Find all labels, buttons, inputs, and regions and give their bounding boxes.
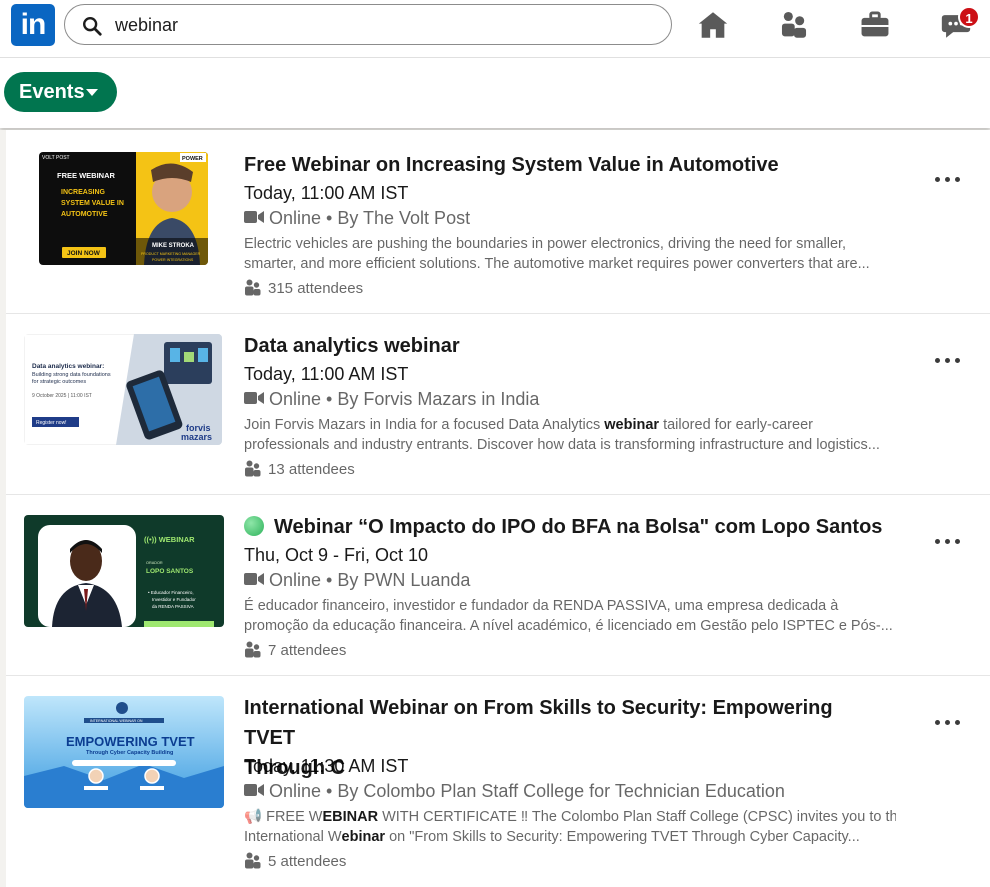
event-date: Thu, Oct 9 - Fri, Oct 10 (244, 545, 429, 565)
video-camera-icon (244, 784, 264, 797)
event-host: Online • By Forvis Mazars in India (244, 387, 539, 411)
thumb-corner-text: POWER (182, 156, 203, 162)
thumb-headline: SYSTEM VALUE IN (61, 200, 124, 207)
event-result-item[interactable]: INTERNATIONAL WEBINAR ON EMPOWERING TVET… (6, 676, 990, 887)
linkedin-logo[interactable]: in (11, 4, 55, 46)
event-host: Online • By PWN Luanda (244, 568, 470, 592)
desc-line: International Webinar on "From Skills to… (244, 829, 860, 845)
event-attendees: 7 attendees (244, 641, 346, 661)
top-navigation-bar: in 1 (0, 0, 990, 58)
event-host-text: Online • By Forvis Mazars in India (269, 389, 540, 409)
event-date: Today, 11:00 AM IST (244, 183, 409, 203)
event-title-link[interactable]: Free Webinar on Increasing System Value … (244, 150, 884, 180)
filter-bar: Events (0, 58, 990, 128)
attendee-count: 13 attendees (268, 461, 355, 478)
home-icon[interactable] (696, 8, 730, 42)
event-attendees: 5 attendees (244, 852, 346, 872)
event-thumbnail[interactable]: INTERNATIONAL WEBINAR ON EMPOWERING TVET… (24, 696, 224, 808)
attendee-count: 315 attendees (268, 280, 364, 297)
video-camera-icon (244, 573, 264, 586)
event-result-item[interactable]: Data analytics webinar: Building strong … (6, 314, 990, 495)
thumb-small: INTERNATIONAL WEBINAR ON (90, 719, 143, 723)
jobs-briefcase-icon[interactable] (858, 8, 892, 42)
desc-line: Join Forvis Mazars in India for a focuse… (244, 417, 813, 433)
thumb-bullet: Investidor e Fundador (152, 597, 196, 602)
video-camera-icon (244, 392, 264, 405)
thumb-logo-text: VOLT POST (42, 155, 70, 161)
thumb-headline: EMPOWERING TVET (66, 734, 195, 749)
thumb-sub: Through Cyber Capacity Building (86, 750, 173, 756)
desc-line: smarter, and more efficient solutions. T… (244, 256, 870, 272)
live-status-icon (244, 515, 264, 536)
thumb-bullet: da RENDA PASSIVA (152, 604, 194, 609)
thumb-small: ORADOR (146, 561, 163, 565)
event-description: 📢 FREE WEBINAR WITH CERTIFICATE ‼ The Co… (244, 807, 896, 847)
people-icon (245, 279, 261, 296)
event-description: Electric vehicles are pushing the bounda… (244, 234, 896, 274)
thumb-tag: FREE WEBINAR (57, 171, 116, 180)
event-title-link[interactable]: Data analytics webinar (244, 331, 884, 361)
highlight-term: EBINAR (322, 809, 379, 825)
thumb-speaker-role: POWER INTEGRATIONS (152, 258, 194, 262)
thumb-headline: INCREASING (61, 189, 106, 196)
more-options-icon[interactable] (932, 350, 964, 370)
thumb-tag: ((•)) WEBINAR (144, 535, 195, 544)
event-result-item[interactable]: VOLT POST POWER FREE WEBINAR INCREASING … (6, 133, 990, 314)
event-date: Today, 11:00 AM IST (244, 364, 409, 384)
desc-line: É educador financeiro, investidor e fund… (244, 598, 839, 614)
event-description: É educador financeiro, investidor e fund… (244, 596, 896, 636)
thumb-speaker-role: PRODUCT MARKETING MANAGER (141, 252, 201, 256)
event-thumbnail[interactable]: VOLT POST POWER FREE WEBINAR INCREASING … (39, 152, 208, 265)
search-box[interactable] (64, 4, 672, 45)
event-host: Online • By Colombo Plan Staff College f… (244, 779, 785, 803)
thumb-line: for strategic outcomes (32, 379, 86, 385)
notification-badge: 1 (958, 6, 980, 28)
video-camera-icon (244, 211, 264, 224)
event-thumbnail[interactable]: Data analytics webinar: Building strong … (24, 334, 222, 445)
events-filter-label: Events (19, 81, 85, 103)
event-host-text: Online • By The Volt Post (269, 208, 471, 228)
attendee-count: 5 attendees (268, 853, 347, 870)
search-icon (83, 17, 102, 36)
caret-down-icon (86, 89, 98, 96)
thumb-name: LOPO SANTOS (146, 568, 194, 575)
event-host-text: Online • By PWN Luanda (269, 570, 471, 590)
event-description: Join Forvis Mazars in India for a focuse… (244, 415, 896, 455)
highlight-term: webinar (604, 417, 660, 433)
search-input[interactable] (115, 11, 655, 39)
thumb-speaker: MIKE STROKA (152, 243, 195, 249)
thumb-line: Data analytics webinar: (32, 363, 104, 370)
desc-line: 📢 FREE WEBINAR WITH CERTIFICATE ‼ The Co… (244, 809, 896, 825)
event-host-text: Online • By Colombo Plan Staff College f… (269, 781, 785, 801)
desc-line: promoção da educação financeira. A nível… (244, 618, 893, 634)
people-icon (245, 852, 261, 869)
thumb-bullet: • Educador Financeiro, (148, 590, 194, 595)
event-attendees: 315 attendees (244, 279, 363, 299)
thumb-headline: AUTOMOTIVE (61, 211, 108, 218)
thumb-line: Building strong data foundations (32, 372, 111, 378)
event-thumbnail[interactable]: ((•)) WEBINAR ORADOR LOPO SANTOS • Educa… (24, 515, 224, 627)
desc-line: professionals and industry entrants. Dis… (244, 437, 880, 453)
more-options-icon[interactable] (932, 531, 964, 551)
people-icon (245, 641, 261, 658)
event-host: Online • By The Volt Post (244, 206, 470, 230)
my-network-icon[interactable] (777, 8, 811, 42)
people-icon (245, 460, 261, 477)
highlight-term: ebinar (341, 829, 386, 845)
desc-line: Electric vehicles are pushing the bounda… (244, 236, 847, 252)
event-attendees: 13 attendees (244, 460, 355, 480)
attendee-count: 7 attendees (268, 642, 347, 659)
event-date: Today, 11:30 AM IST (244, 756, 409, 776)
event-title-link[interactable]: Webinar “O Impacto do IPO do BFA na Bols… (244, 512, 884, 542)
event-result-item[interactable]: ((•)) WEBINAR ORADOR LOPO SANTOS • Educa… (6, 495, 990, 676)
more-options-icon[interactable] (932, 712, 964, 732)
more-options-icon[interactable] (932, 169, 964, 189)
thumb-cta: Register now! (36, 420, 67, 426)
thumb-cta: JOIN NOW (67, 250, 101, 257)
thumb-brand: mazars (181, 432, 212, 442)
events-filter-button[interactable]: Events (4, 72, 117, 112)
thumb-date: 9 October 2025 | 11:00 IST (32, 393, 92, 399)
